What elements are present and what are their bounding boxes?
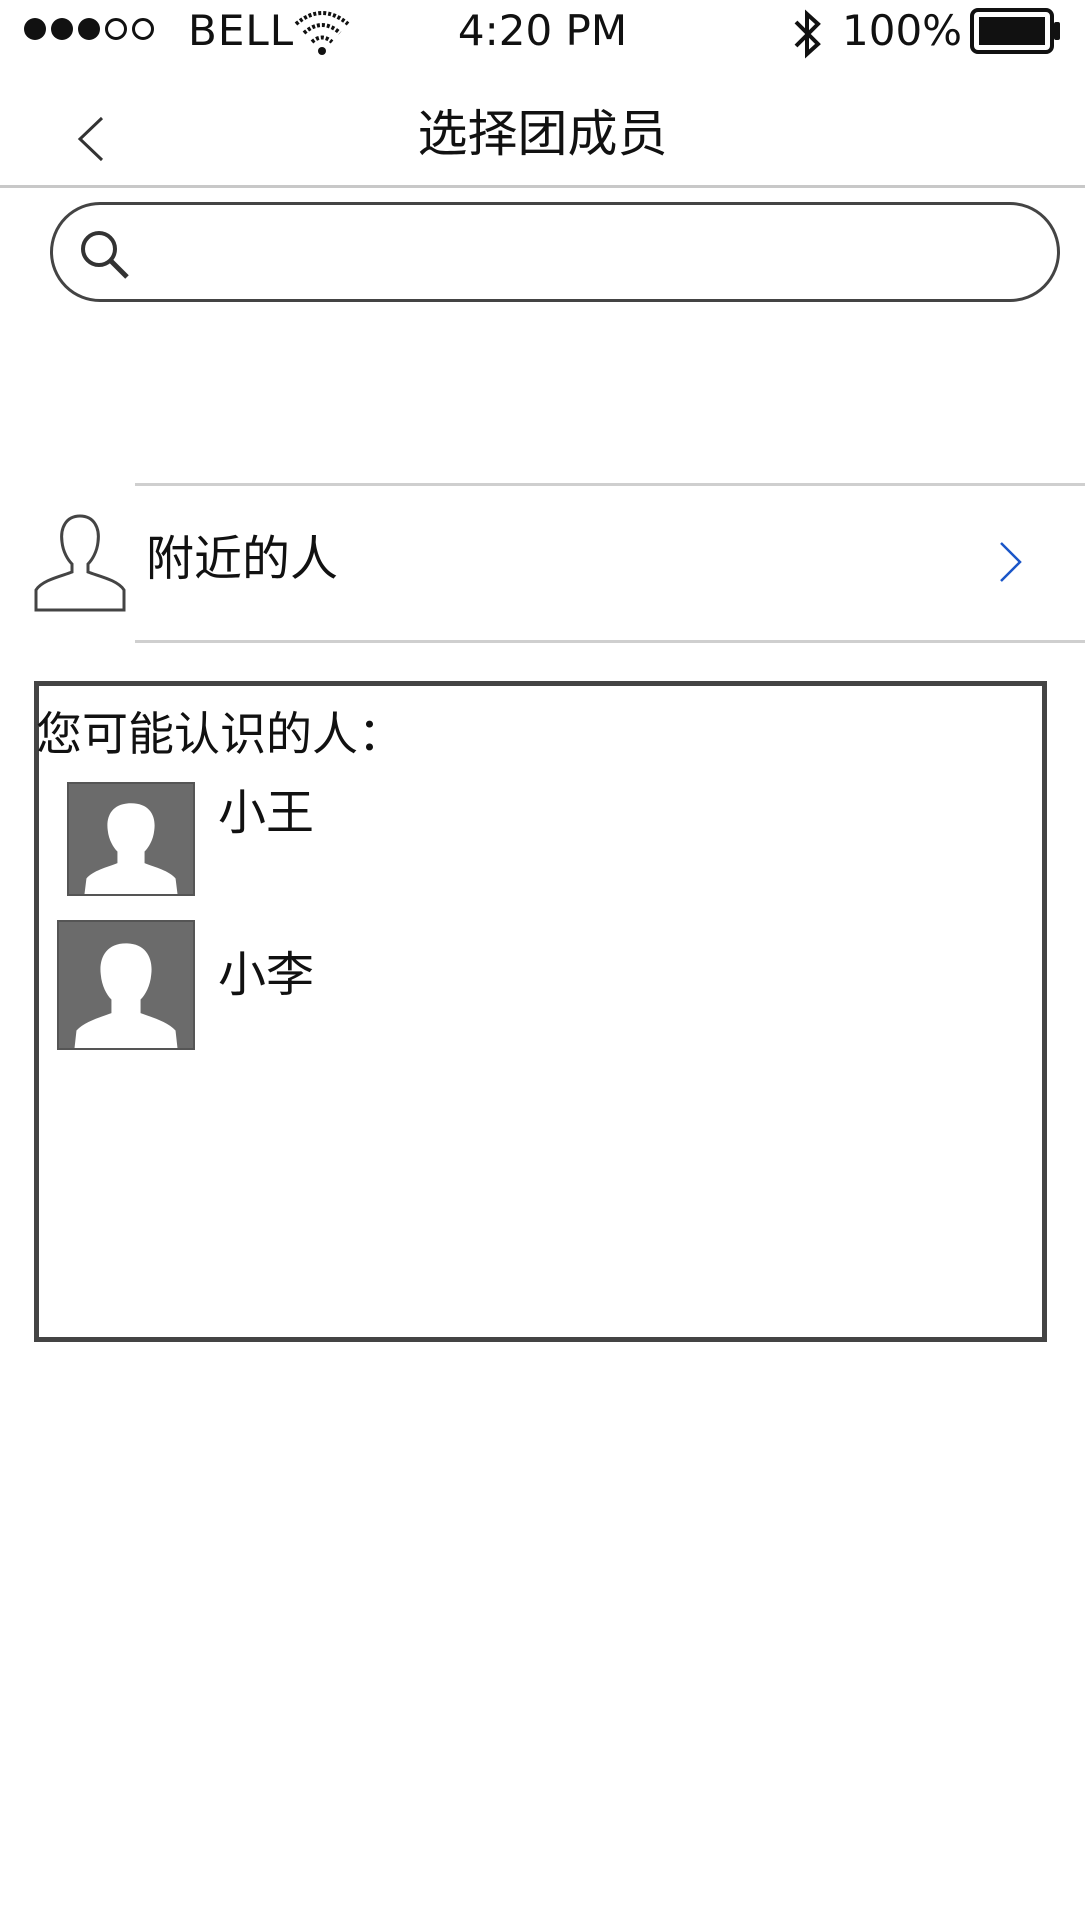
search-icon [81, 231, 129, 279]
avatar-placeholder-icon [57, 920, 195, 1050]
contact-name: 小李 [218, 947, 315, 1003]
contact-item[interactable] [56, 918, 1024, 1052]
search-input[interactable] [153, 223, 1037, 285]
contact-name: 小王 [218, 785, 315, 841]
avatar-placeholder-icon [67, 782, 195, 896]
status-bar: BELL 4:20 PM 100% [0, 0, 1085, 64]
nearby-people-label: 附近的人 [146, 531, 339, 587]
search-bar[interactable] [50, 202, 1060, 302]
contact-item[interactable] [64, 780, 1024, 898]
person-outline-icon [34, 514, 126, 612]
divider [135, 640, 1085, 643]
battery-icon [970, 8, 1060, 54]
battery-percentage: 100% [842, 6, 963, 55]
chevron-right-icon [1000, 542, 1022, 582]
suggestions-title: 您可能认识的人： [36, 707, 404, 761]
bluetooth-icon [794, 9, 821, 59]
page-title: 选择团成员 [417, 105, 668, 163]
